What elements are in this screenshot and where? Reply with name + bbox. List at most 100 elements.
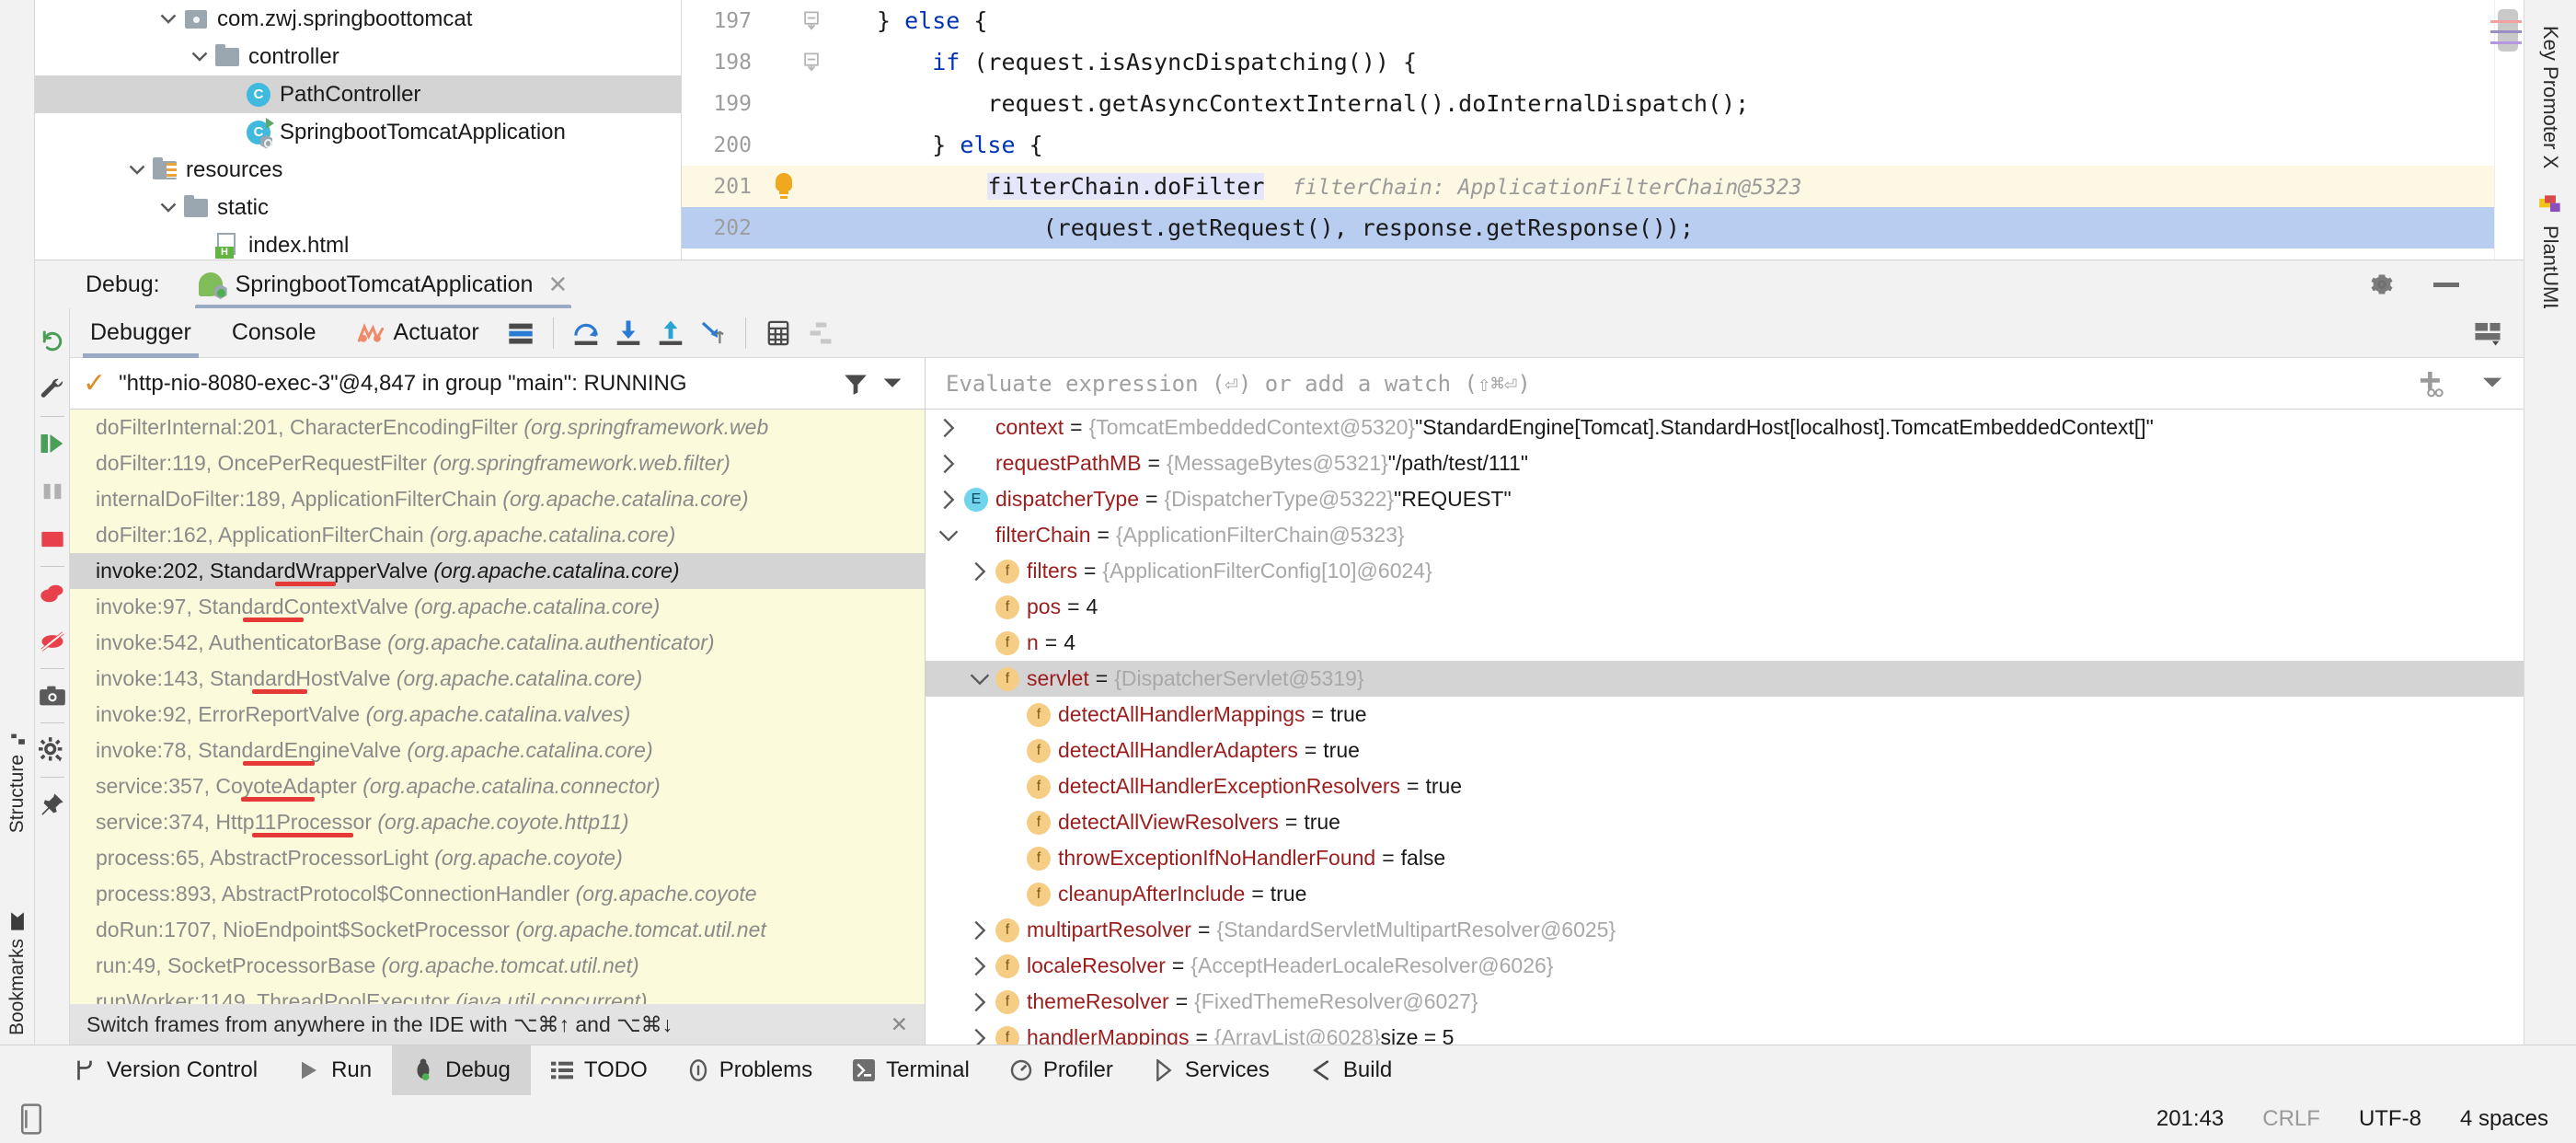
variable-row[interactable]: f handlerMappings = {ArrayList@6028} size =…: [926, 1020, 2524, 1045]
editor-marker-column[interactable]: [2490, 0, 2524, 260]
tab-actuator[interactable]: Actuator: [337, 308, 500, 358]
variable-row[interactable]: f detectAllHandlerMappings = true: [926, 697, 2524, 733]
intention-bulb-icon[interactable]: [770, 172, 798, 201]
encoding[interactable]: UTF-8: [2359, 1106, 2421, 1132]
editor-line-199[interactable]: 199 request.getAsyncContextInternal().do…: [682, 83, 2494, 124]
frame-row[interactable]: process:65, AbstractProcessorLight (org.…: [70, 840, 925, 876]
chevron-right-icon[interactable]: [935, 418, 962, 438]
editor-line-197[interactable]: 197} else {: [682, 0, 2494, 41]
variable-row[interactable]: context = {TomcatEmbeddedContext@5320} "St…: [926, 410, 2524, 445]
bottom-tab-todo[interactable]: TODO: [531, 1045, 668, 1096]
breakpoint-gutter[interactable]: [770, 172, 798, 201]
frame-row[interactable]: service:374, Http11Processor (org.apache…: [70, 804, 925, 840]
tree-item-pathcontroller[interactable]: C PathController: [35, 75, 681, 113]
mute-breakpoints-toolbar-icon[interactable]: [799, 314, 842, 352]
tab-console[interactable]: Console: [212, 308, 337, 358]
sidebar-item-bookmarks[interactable]: Bookmarks: [6, 911, 29, 1035]
run-to-cursor-icon[interactable]: [692, 314, 734, 352]
frame-row[interactable]: doFilterInternal:201, CharacterEncodingF…: [70, 410, 925, 445]
frame-row[interactable]: invoke:92, ErrorReportValve (org.apache.…: [70, 697, 925, 733]
variable-row[interactable]: f cleanupAfterInclude = true: [926, 876, 2524, 912]
restore-layout-icon[interactable]: [2467, 314, 2509, 352]
bottom-tab-problems[interactable]: Problems: [668, 1045, 833, 1096]
caret-position[interactable]: 201:43: [2156, 1106, 2224, 1132]
editor-line-202[interactable]: 202 (request.getRequest(), response.getR…: [682, 207, 2494, 248]
frame-row[interactable]: invoke:202, StandardWrapperValve (org.ap…: [70, 553, 925, 589]
gear-icon[interactable]: [2369, 271, 2395, 297]
frame-row[interactable]: doFilter:162, ApplicationFilterChain (or…: [70, 517, 925, 553]
layout-settings-icon[interactable]: [500, 314, 542, 352]
tree-item-controller[interactable]: controller: [35, 38, 681, 75]
bottom-tab-build[interactable]: Build: [1290, 1045, 1412, 1096]
line-separator[interactable]: CRLF: [2262, 1106, 2320, 1132]
variable-row[interactable]: filterChain = {ApplicationFilterChain@5323…: [926, 517, 2524, 553]
step-out-icon[interactable]: [650, 314, 692, 352]
chevron-right-icon[interactable]: [966, 561, 994, 582]
right-stripe-item-key-promoter-x[interactable]: Key Promoter X: [2538, 13, 2562, 181]
chevron-right-icon[interactable]: [966, 992, 994, 1012]
bottom-tab-run[interactable]: Run: [278, 1045, 392, 1096]
variable-row[interactable]: f detectAllViewResolvers = true: [926, 804, 2524, 840]
close-icon[interactable]: ✕: [891, 1012, 908, 1037]
fold-marker[interactable]: [798, 10, 825, 31]
chevron-down-icon[interactable]: [966, 672, 994, 687]
editor-line-200[interactable]: 200 } else {: [682, 124, 2494, 166]
fold-marker[interactable]: [798, 52, 825, 73]
chevron-down-icon[interactable]: [125, 158, 149, 182]
frame-row[interactable]: process:893, AbstractProtocol$Connection…: [70, 876, 925, 912]
thread-selector[interactable]: ✓ "http-nio-8080-exec-3"@4,847 in group …: [70, 358, 925, 410]
frame-row[interactable]: service:357, CoyoteAdapter (org.apache.c…: [70, 768, 925, 804]
frame-row[interactable]: doRun:1707, NioEndpoint$SocketProcessor …: [70, 912, 925, 948]
frame-row[interactable]: invoke:143, StandardHostValve (org.apach…: [70, 661, 925, 697]
frame-row[interactable]: internalDoFilter:189, ApplicationFilterC…: [70, 481, 925, 517]
watch-bar[interactable]: Evaluate expression (⏎) or add a watch (…: [926, 358, 2524, 410]
variable-row[interactable]: f detectAllHandlerAdapters = true: [926, 733, 2524, 768]
debug-session-tab[interactable]: SpringbootTomcatApplication ✕: [194, 260, 572, 309]
bottom-tab-version-control[interactable]: Version Control: [53, 1045, 278, 1096]
sidebar-item-structure[interactable]: Structure: [6, 731, 29, 833]
variable-row[interactable]: f themeResolver = {FixedThemeResolver@6027}: [926, 984, 2524, 1020]
frame-row[interactable]: invoke:78, StandardEngineValve (org.apac…: [70, 733, 925, 768]
chevron-right-icon[interactable]: [935, 454, 962, 474]
tab-debugger[interactable]: Debugger: [70, 308, 212, 358]
mute-breakpoints-icon[interactable]: [35, 618, 70, 665]
frame-row[interactable]: doFilter:119, OncePerRequestFilter (org.…: [70, 445, 925, 481]
stop-icon[interactable]: [35, 515, 70, 563]
indent-setting[interactable]: 4 spaces: [2460, 1106, 2548, 1132]
step-over-icon[interactable]: [565, 314, 607, 352]
code-editor[interactable]: 197} else {198 if (request.isAsyncDispat…: [682, 0, 2494, 260]
variable-row[interactable]: f filters = {ApplicationFilterConfig[10]@60…: [926, 553, 2524, 589]
minimize-icon[interactable]: [2433, 282, 2459, 287]
evaluate-expression-icon[interactable]: [757, 314, 799, 352]
bottom-tab-services[interactable]: Services: [1133, 1045, 1290, 1096]
variable-row[interactable]: f n = 4: [926, 625, 2524, 661]
chevron-down-icon[interactable]: [156, 196, 180, 220]
chevron-right-icon[interactable]: [966, 1028, 994, 1045]
chevron-down-icon[interactable]: [2481, 376, 2503, 390]
pin-icon[interactable]: [35, 780, 70, 828]
rerun-icon[interactable]: [35, 318, 70, 365]
pause-program-icon[interactable]: [35, 468, 70, 515]
chevron-down-icon[interactable]: [188, 45, 212, 69]
variable-row[interactable]: f throwExceptionIfNoHandlerFound = false: [926, 840, 2524, 876]
step-into-icon[interactable]: [607, 314, 650, 352]
filter-icon[interactable]: [842, 372, 869, 396]
mobile-preview-icon[interactable]: [18, 1103, 44, 1135]
bottom-tab-debug[interactable]: Debug: [392, 1045, 531, 1096]
bottom-tab-profiler[interactable]: Profiler: [990, 1045, 1133, 1096]
view-breakpoints-icon[interactable]: [35, 570, 70, 618]
tree-item-com-zwj-springboottomcat[interactable]: com.zwj.springboottomcat: [35, 0, 681, 38]
settings-wrench-icon[interactable]: [35, 365, 70, 413]
chevron-right-icon[interactable]: [966, 956, 994, 976]
variable-row[interactable]: f localeResolver = {AcceptHeaderLocaleResol…: [926, 948, 2524, 984]
chevron-down-icon[interactable]: [156, 7, 180, 31]
tree-item-springboottomcatapplication[interactable]: C SpringbootTomcatApplication: [35, 113, 681, 151]
frame-row[interactable]: invoke:97, StandardContextValve (org.apa…: [70, 589, 925, 625]
tree-item-resources[interactable]: resources: [35, 151, 681, 189]
chevron-down-icon[interactable]: [935, 528, 962, 543]
variable-row[interactable]: EdispatcherType = {DispatcherType@5322} "R…: [926, 481, 2524, 517]
chevron-right-icon[interactable]: [966, 920, 994, 941]
frame-row[interactable]: runWorker:1149, ThreadPoolExecutor (java…: [70, 984, 925, 1004]
variable-row[interactable]: f pos = 4: [926, 589, 2524, 625]
resume-program-icon[interactable]: [35, 420, 70, 468]
